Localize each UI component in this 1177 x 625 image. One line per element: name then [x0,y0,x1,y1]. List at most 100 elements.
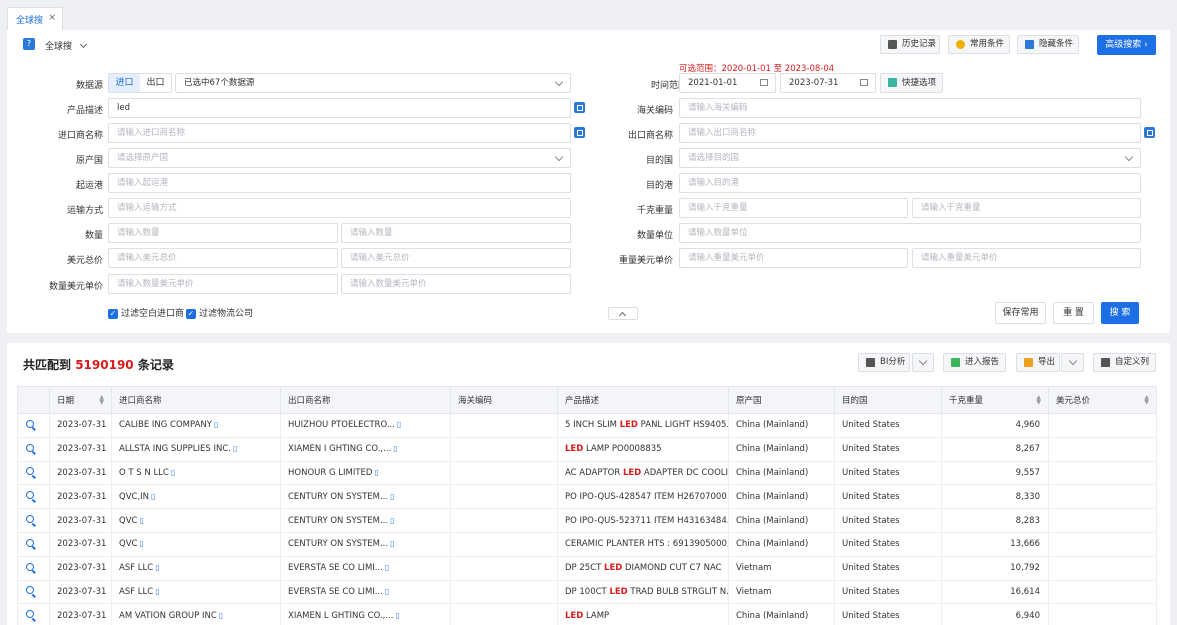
advanced-search-button[interactable]: 高级搜索 › [1097,35,1156,55]
row-search-cell[interactable] [17,555,50,581]
weight-max-input[interactable]: 请输入千克重量 [912,198,1141,218]
weight-usd-min-input[interactable]: 请输入重量美元单价 [679,248,908,268]
depart-port-input[interactable]: 请输入起运港 [108,173,571,193]
usd-total-max-input[interactable]: 请输入美元总价 [341,248,571,268]
copy-icon[interactable]: ▯ [397,420,401,429]
search-icon[interactable] [26,586,34,595]
row-search-cell[interactable] [17,484,50,510]
scope-selector[interactable]: 全球搜 [45,39,87,52]
cell-importer[interactable]: AM VATION GROUP INC ▯ [111,603,281,625]
row-search-cell[interactable] [17,413,50,438]
search-icon[interactable] [26,610,34,619]
bi-analysis-button[interactable]: BI分析 [858,353,910,372]
tab-global-search[interactable]: 全球搜 × [7,7,63,30]
search-icon[interactable] [26,419,34,428]
collapse-button[interactable] [608,307,638,320]
col-date[interactable]: 日期 ▲ ▼ [49,386,112,414]
copy-icon[interactable]: ▯ [219,611,223,620]
copy-icon[interactable]: ▯ [233,444,237,453]
copy-icon[interactable]: ▯ [171,468,175,477]
table-row[interactable]: 2023-07-31 AM VATION GROUP INC ▯ XIAMEN L G… [17,603,1157,625]
cell-exporter[interactable]: XIAMEN I GHTING CO.,... ▯ [280,436,451,462]
origin-select[interactable]: 请选择原产国 [108,148,571,168]
col-weight[interactable]: 千克重量 ▲ ▼ [941,386,1049,414]
report-button[interactable]: 进入报告 [943,353,1006,372]
importer-input[interactable]: 请输入进口商名称 [108,123,571,143]
cell-importer[interactable]: QVC,IN ▯ [111,484,281,510]
cell-exporter[interactable]: HUIZHOU PTOELECTRO... ▯ [280,413,451,438]
search-icon[interactable] [26,491,34,500]
table-row[interactable]: 2023-07-31 QVC,IN ▯ CENTURY ON SYSTEM... ▯ PO… [17,484,1157,510]
cell-importer[interactable]: O T S N LLC ▯ [111,460,281,486]
search-button[interactable]: 搜 索 [1101,302,1139,324]
cell-exporter[interactable]: EVERSTA SE CO LIMI... ▯ [280,579,451,605]
usd-total-min-input[interactable]: 请输入美元总价 [108,248,338,268]
copy-icon[interactable]: ▯ [385,563,389,572]
table-row[interactable]: 2023-07-31 ALLSTA ING SUPPLIES INC. ▯ XIAME… [17,436,1157,462]
export-dropdown[interactable] [1061,353,1084,372]
copy-icon[interactable]: ▯ [393,444,397,453]
copy-icon[interactable]: ▯ [151,492,155,501]
row-search-cell[interactable] [17,579,50,605]
cell-importer[interactable]: CALIBE ING COMPANY ▯ [111,413,281,438]
copy-icon[interactable]: ▯ [390,539,394,548]
dest-port-input[interactable]: 请输入目的港 [679,173,1141,193]
copy-icon[interactable]: ▯ [395,611,399,620]
weight-min-input[interactable]: 请输入千克重量 [679,198,908,218]
bi-analysis-dropdown[interactable] [912,353,934,372]
product-desc-input[interactable]: led [108,98,571,118]
close-icon[interactable]: × [48,13,56,23]
row-search-cell[interactable] [17,508,50,533]
filter-logistics-checkbox[interactable]: 过滤物流公司 [186,309,253,320]
row-search-cell[interactable] [17,460,50,486]
cell-exporter[interactable]: EVERSTA SE CO LIMI... ▯ [280,555,451,581]
copy-icon[interactable]: ▯ [155,563,159,572]
cell-exporter[interactable]: XIAMEN L GHTING CO.,... ▯ [280,603,451,625]
copy-icon[interactable]: ▯ [390,492,394,501]
common-conditions-button[interactable]: 常用条件 [948,35,1010,54]
table-row[interactable]: 2023-07-31 O T S N LLC ▯ HONOUR G LIMITED ▯ A… [17,460,1157,486]
table-row[interactable]: 2023-07-31 QVC ▯ CENTURY ON SYSTEM... ▯ CERAM… [17,531,1157,557]
copy-icon[interactable]: ▯ [374,468,378,477]
copy-icon[interactable]: ▯ [155,587,159,596]
cell-importer[interactable]: QVC ▯ [111,531,281,557]
search-icon[interactable] [26,538,34,547]
table-row[interactable]: 2023-07-31 ASF LLC ▯ EVERSTA SE CO LIMI... ▯… [17,579,1157,605]
search-icon[interactable] [26,467,34,476]
exporter-input[interactable]: 请输入出口商名称 [679,123,1141,143]
import-option[interactable]: 进口 [109,74,140,92]
copy-icon[interactable]: ▯ [385,587,389,596]
history-button[interactable]: 历史记录 [880,35,940,54]
copy-icon[interactable]: ▯ [390,516,394,525]
save-common-button[interactable]: 保存常用 [995,302,1046,324]
quick-options-button[interactable]: 快捷选项 [880,73,943,93]
search-icon[interactable] [26,562,34,571]
filter-empty-checkbox[interactable]: 过滤空白进口商 [108,309,184,320]
col-usd-total[interactable]: 美元总价 ▲ ▼ [1048,386,1157,414]
weight-usd-max-input[interactable]: 请输入重量美元单价 [912,248,1141,268]
qty-usd-min-input[interactable]: 请输入数量美元单价 [108,274,338,294]
row-search-cell[interactable] [17,531,50,557]
table-row[interactable]: 2023-07-31 QVC ▯ CENTURY ON SYSTEM... ▯ PO IP… [17,508,1157,533]
qty-unit-input[interactable]: 请输入数量单位 [679,223,1141,243]
table-row[interactable]: 2023-07-31 CALIBE ING COMPANY ▯ HUIZHOU PTO… [17,413,1157,438]
cell-importer[interactable]: ALLSTA ING SUPPLIES INC. ▯ [111,436,281,462]
hs-code-input[interactable]: 请输入海关编码 [679,98,1141,118]
custom-columns-button[interactable]: 自定义列 [1093,353,1156,372]
cell-exporter[interactable]: CENTURY ON SYSTEM... ▯ [280,531,451,557]
row-search-cell[interactable] [17,603,50,625]
expand-icon[interactable] [1144,127,1155,138]
dest-country-select[interactable]: 请选择目的国 [679,148,1141,168]
sort-icon[interactable]: ▲ ▼ [99,395,104,406]
hide-conditions-button[interactable]: 隐藏条件 [1017,35,1079,54]
row-search-cell[interactable] [17,436,50,462]
import-export-toggle[interactable]: 进口 出口 [108,73,172,93]
search-icon[interactable] [26,515,34,524]
quantity-max-input[interactable]: 请输入数量 [341,223,571,243]
export-button[interactable]: 导出 [1016,353,1060,372]
cell-exporter[interactable]: CENTURY ON SYSTEM... ▯ [280,508,451,533]
quantity-min-input[interactable]: 请输入数量 [108,223,338,243]
cell-exporter[interactable]: CENTURY ON SYSTEM... ▯ [280,484,451,510]
copy-icon[interactable]: ▯ [214,420,218,429]
copy-icon[interactable]: ▯ [139,516,143,525]
